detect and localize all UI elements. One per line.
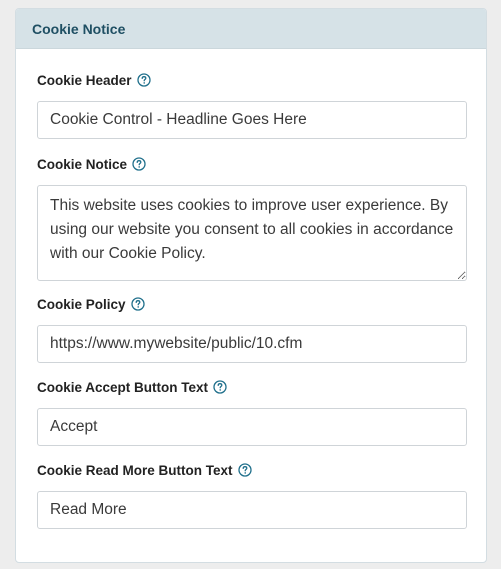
cookie-policy-label: Cookie Policy: [37, 296, 126, 312]
cookie-policy-input[interactable]: [37, 325, 467, 363]
cookie-notice-label-row: Cookie Notice: [37, 155, 467, 173]
cookie-header-label: Cookie Header: [37, 72, 132, 88]
cookie-notice-label: Cookie Notice: [37, 156, 128, 172]
help-icon[interactable]: [132, 157, 146, 171]
cookie-header-input[interactable]: [37, 101, 467, 139]
help-icon[interactable]: [130, 297, 145, 311]
cookie-header-label-row: Cookie Header: [37, 71, 467, 89]
accept-button-text-input[interactable]: [37, 408, 467, 446]
cookie-notice-field: Cookie Notice This website uses cookies …: [37, 155, 467, 281]
help-icon[interactable]: [237, 463, 252, 477]
cookie-policy-field: Cookie Policy: [37, 295, 467, 363]
panel-header: Cookie Notice: [16, 9, 486, 49]
read-more-button-text-label-row: Cookie Read More Button Text: [37, 461, 467, 479]
help-icon[interactable]: [136, 73, 151, 87]
help-icon[interactable]: [213, 380, 227, 394]
read-more-button-text-input[interactable]: [37, 491, 467, 529]
cookie-notice-panel: Cookie Notice Cookie Header Cookie Notic…: [15, 8, 487, 563]
cookie-notice-textarea[interactable]: This website uses cookies to improve use…: [37, 185, 467, 281]
accept-button-text-label: Cookie Accept Button Text: [37, 379, 209, 395]
cookie-policy-label-row: Cookie Policy: [37, 295, 467, 313]
panel-title: Cookie Notice: [32, 20, 126, 37]
cookie-header-field: Cookie Header: [37, 71, 467, 139]
read-more-button-text-label: Cookie Read More Button Text: [37, 462, 233, 478]
accept-button-text-label-row: Cookie Accept Button Text: [37, 378, 467, 396]
read-more-button-text-field: Cookie Read More Button Text: [37, 461, 467, 529]
accept-button-text-field: Cookie Accept Button Text: [37, 378, 467, 446]
